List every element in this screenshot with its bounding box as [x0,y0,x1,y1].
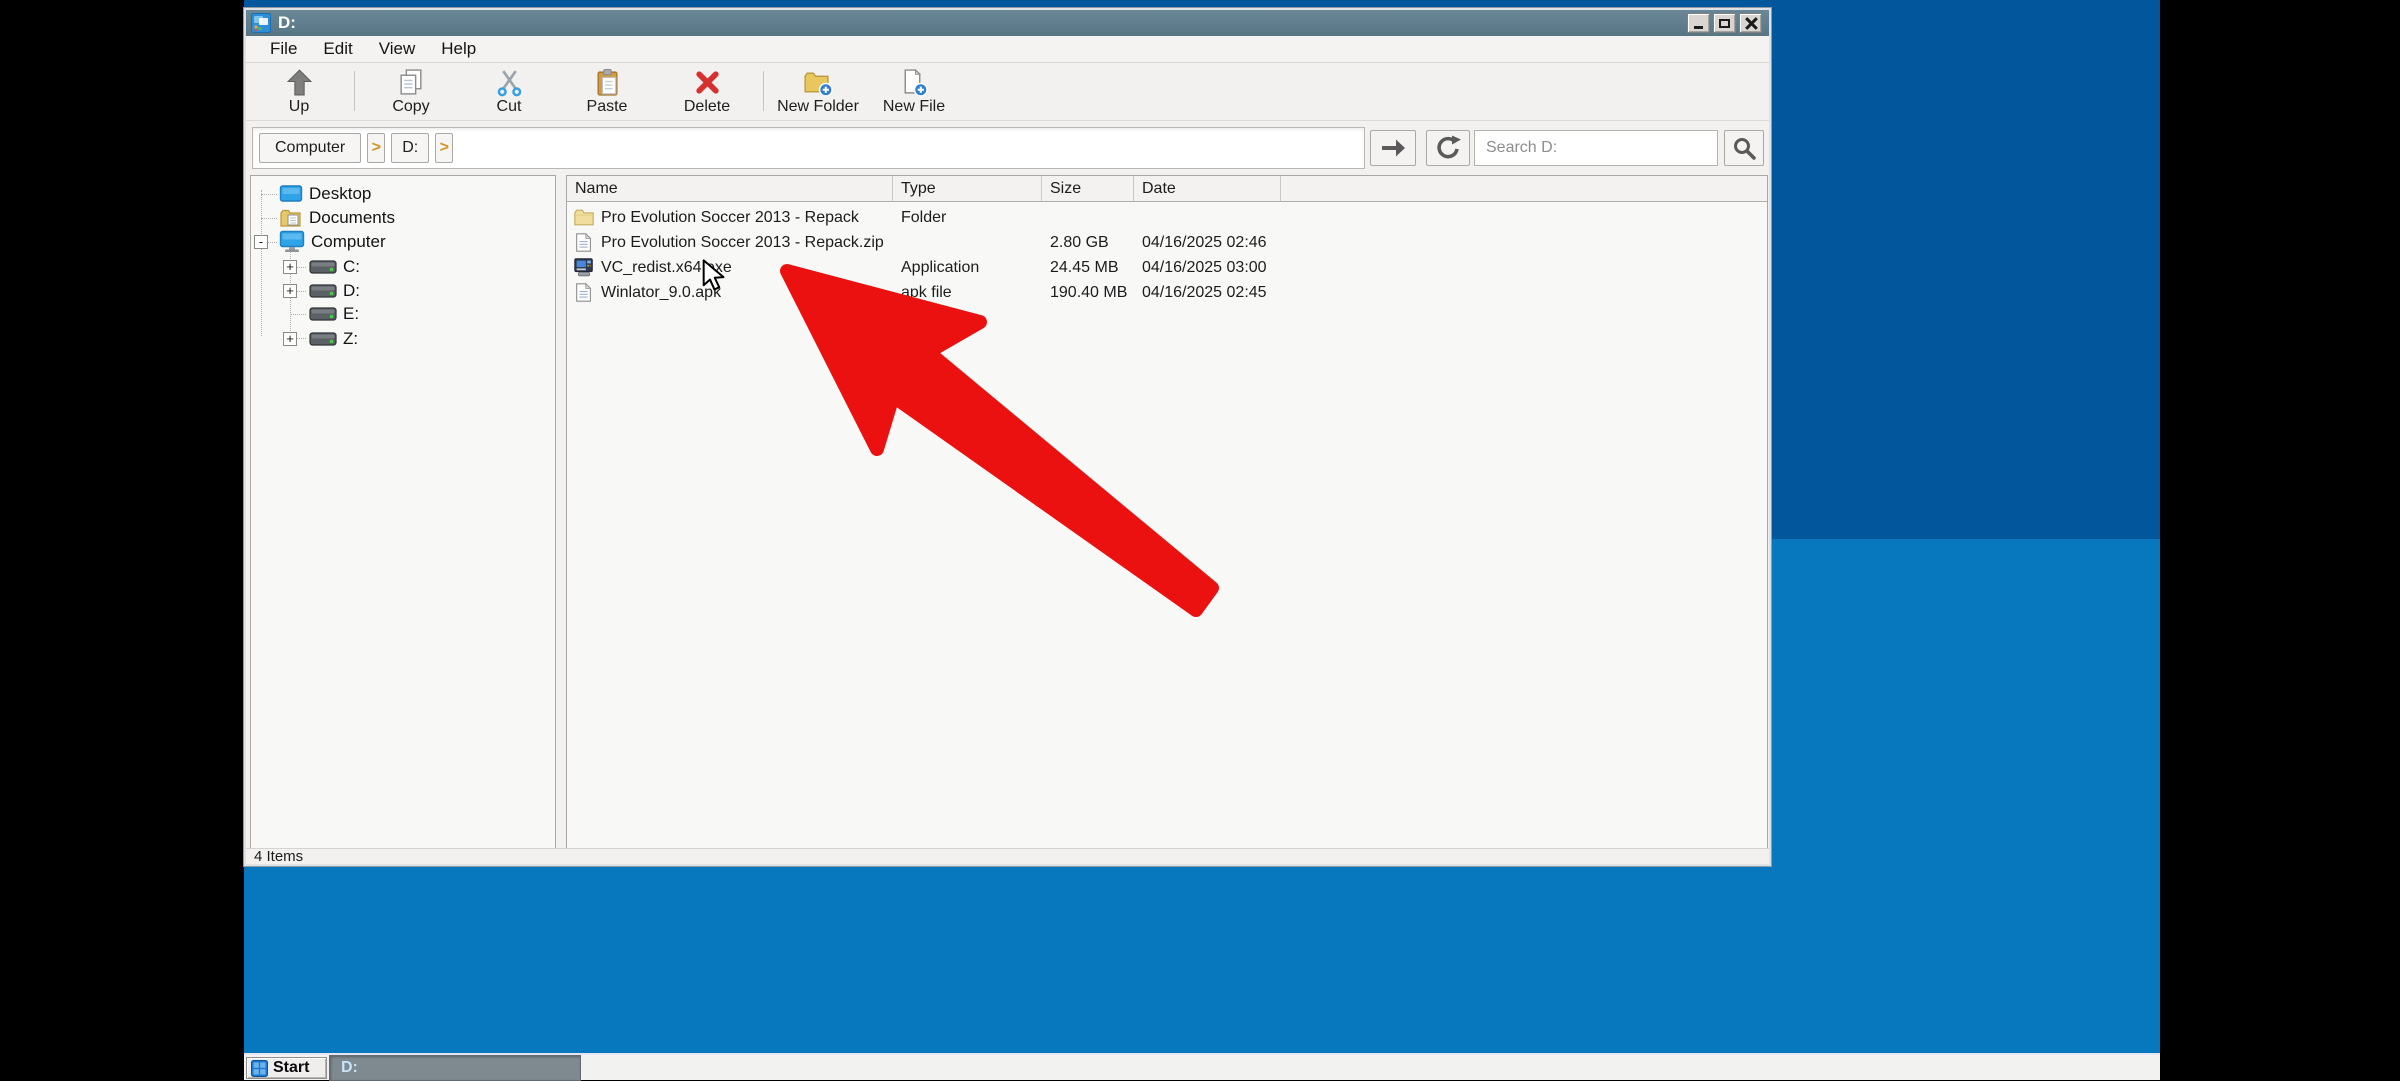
close-icon [1744,17,1757,30]
breadcrumb-chevron-icon[interactable]: > [435,133,453,163]
search-input[interactable] [1474,130,1718,166]
column-header-type[interactable]: Type [893,176,1042,201]
installer-icon [573,257,595,278]
close-button[interactable] [1739,13,1762,33]
refresh-button[interactable] [1426,130,1470,166]
breadcrumb-drive-d[interactable]: D: [391,133,429,163]
menu-edit[interactable]: Edit [310,39,365,59]
file-row-pes2013-zip[interactable]: Pro Evolution Soccer 2013 - Repack.zip 2… [567,230,1765,255]
drive-icon [309,257,337,277]
folder-tree-pane: Desktop Documents Com [250,175,556,850]
start-menu-icon [251,1060,268,1077]
minimize-button[interactable] [1687,13,1710,33]
document-icon [573,232,595,253]
collapse-expander-icon[interactable]: - [254,235,268,249]
minimize-icon [1694,26,1703,29]
drive-icon [309,281,337,301]
up-arrow-icon [285,68,314,97]
new-folder-button[interactable]: New Folder [770,68,866,118]
file-row-winlator-apk[interactable]: Winlator_9.0.apk apk file 190.40 MB 04/1… [567,280,1765,305]
tree-item-desktop[interactable]: Desktop [251,182,553,206]
column-header-size[interactable]: Size [1042,176,1134,201]
maximize-icon [1719,19,1730,28]
computer-monitor-icon [279,230,305,254]
copy-pages-icon [397,68,426,97]
breadcrumb: Computer > D: > [252,127,1365,169]
column-header-filler [1281,176,1767,201]
expand-expander-icon[interactable]: + [283,332,297,346]
search-icon [1731,135,1757,161]
breadcrumb-chevron-icon[interactable]: > [367,133,385,163]
new-folder-icon [802,68,833,97]
menu-help[interactable]: Help [428,39,489,59]
delete-x-icon [693,68,722,97]
toolbar-separator [354,71,355,111]
toolbar-separator [763,71,764,111]
document-icon [573,282,595,303]
copy-button[interactable]: Copy [371,68,451,118]
menu-file[interactable]: File [257,39,310,59]
search-button[interactable] [1724,130,1764,166]
file-list-pane: Name Type Size Date Pro Evolution Soccer… [566,175,1768,850]
scissors-icon [495,68,524,97]
file-manager-app-icon [251,13,271,33]
paste-button[interactable]: Paste [567,68,647,118]
column-header-name[interactable]: Name [567,176,893,201]
breadcrumb-computer[interactable]: Computer [259,133,361,163]
taskbar: Start D: [244,1053,2160,1080]
window-controls [1687,13,1762,33]
toolbar: Up Copy Cut [246,63,1769,121]
file-manager-window: D: File Edit View Help Up [244,8,1771,866]
column-header-date[interactable]: Date [1134,176,1281,201]
delete-button[interactable]: Delete [667,68,747,118]
go-arrow-icon [1379,134,1407,162]
task-label: D: [341,1059,358,1077]
up-button[interactable]: Up [259,68,339,118]
start-label: Start [273,1059,309,1077]
new-file-button[interactable]: New File [870,68,958,118]
clipboard-icon [593,68,622,97]
folder-icon [573,207,595,228]
documents-folder-icon [279,208,303,228]
window-titlebar[interactable]: D: [246,10,1769,36]
taskbar-task-d[interactable]: D: [329,1055,581,1081]
expand-expander-icon[interactable]: + [283,260,297,274]
refresh-icon [1434,134,1462,162]
cut-button[interactable]: Cut [469,68,549,118]
tree-item-documents[interactable]: Documents [251,206,553,230]
tree-item-drive-e[interactable]: E: [251,302,553,326]
address-bar: Computer > D: > [246,121,1769,175]
window-title: D: [278,13,296,33]
tree-item-computer[interactable]: Computer [251,230,553,254]
expand-expander-icon[interactable]: + [283,284,297,298]
status-bar: 4 Items [246,848,1769,864]
file-list-header: Name Type Size Date [567,176,1767,202]
go-button[interactable] [1370,130,1416,166]
new-file-icon [898,68,929,97]
item-count: 4 Items [254,848,303,865]
file-row-pes2013-folder[interactable]: Pro Evolution Soccer 2013 - Repack Folde… [567,205,1765,230]
menubar: File Edit View Help [246,36,1769,63]
start-button[interactable]: Start [246,1057,327,1079]
maximize-button[interactable] [1713,13,1736,33]
menu-view[interactable]: View [366,39,429,59]
file-row-vc-redist-exe[interactable]: VC_redist.x64.exe Application 24.45 MB 0… [567,255,1765,280]
screen: D: File Edit View Help Up [0,0,2400,1080]
drive-icon [309,329,337,349]
drive-icon [309,304,337,324]
monitor-icon [279,184,303,204]
